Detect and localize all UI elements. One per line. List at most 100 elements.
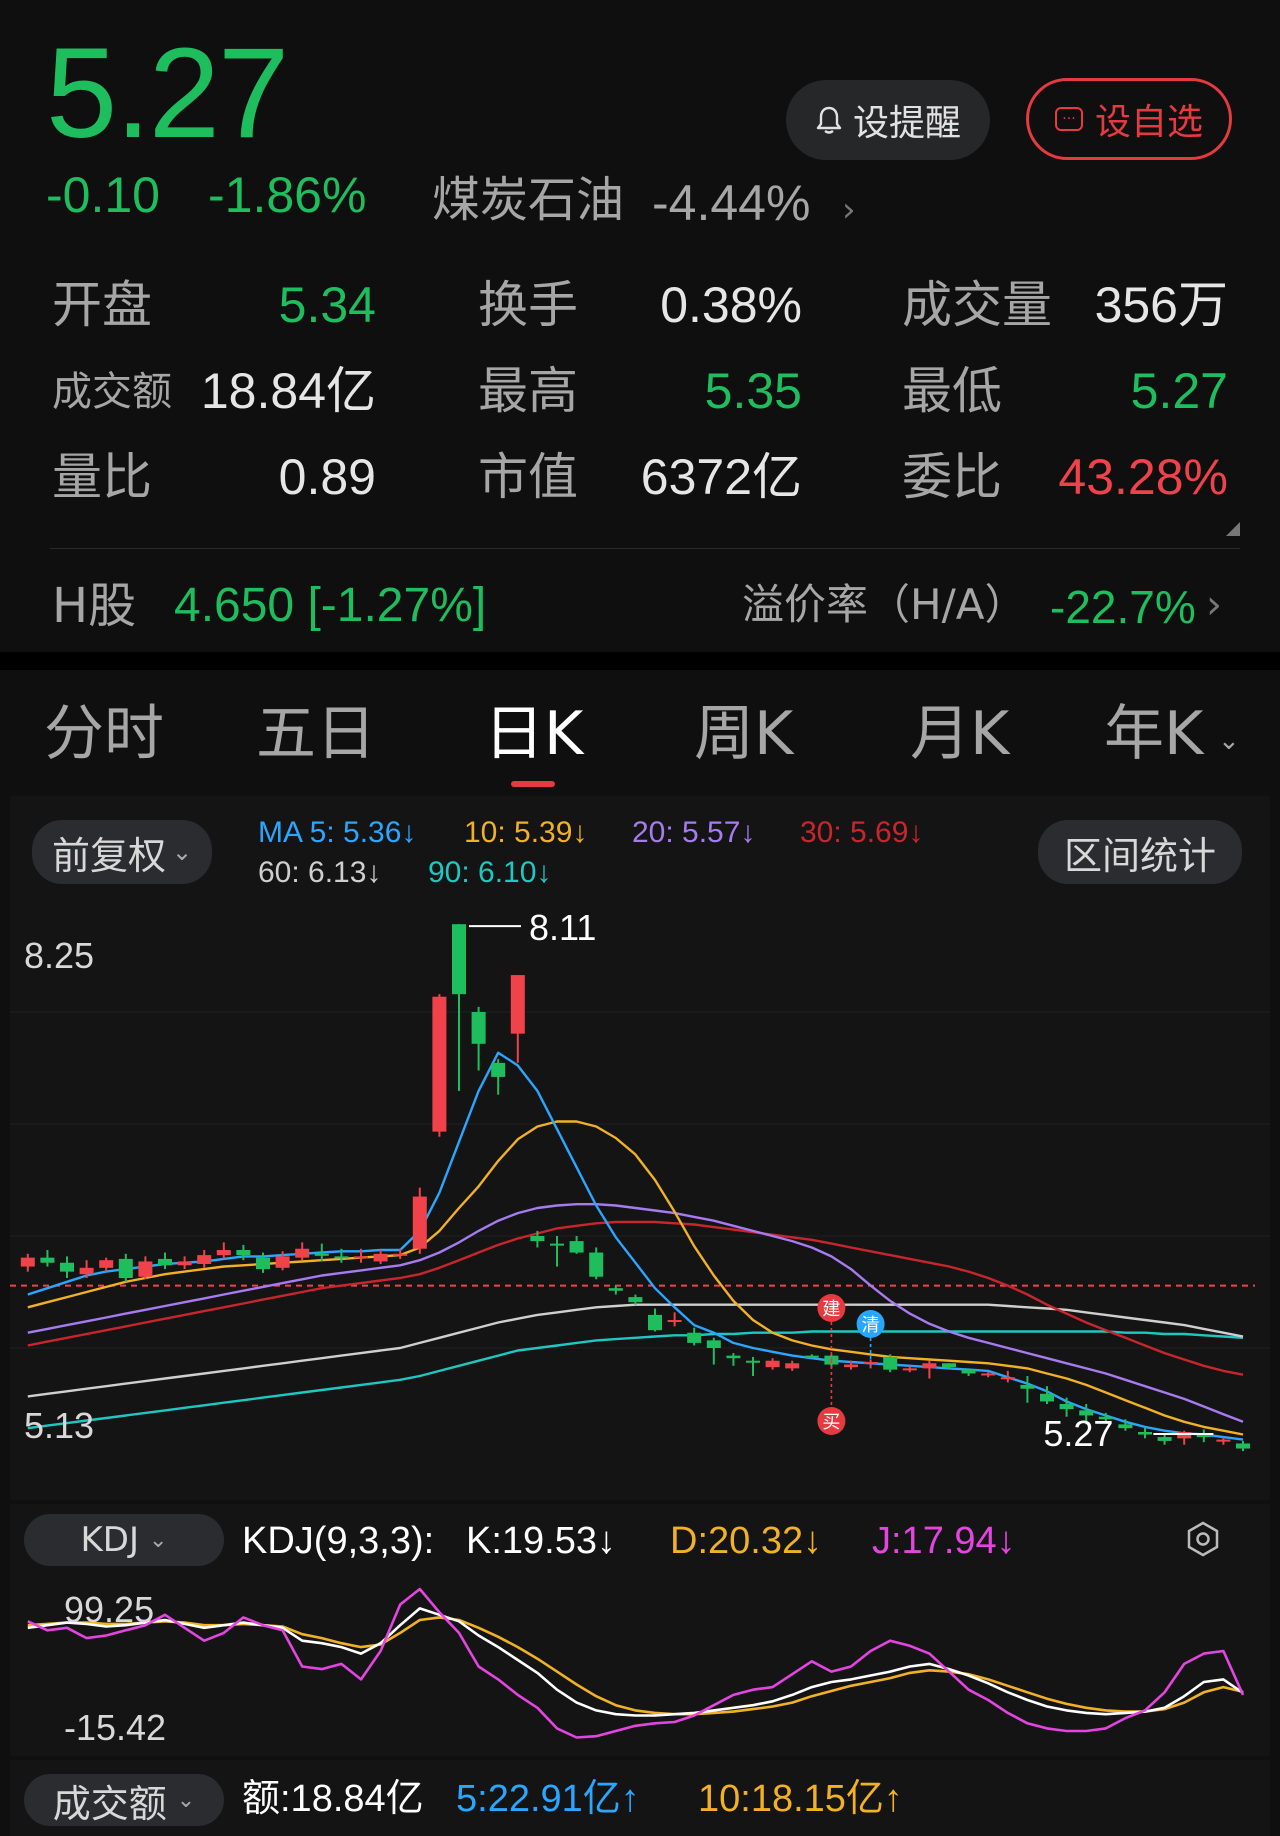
amount-indicator-label: 成交额 xyxy=(52,1781,167,1826)
candle-up xyxy=(216,1250,231,1256)
panel-gap xyxy=(10,1756,1270,1760)
amount-label: 成交额 xyxy=(52,369,172,415)
candle-down xyxy=(726,1355,741,1359)
amount-indicator-dropdown[interactable]: 成交额 ⌄ xyxy=(24,1774,224,1826)
kdj-d-value: D:20.32↓ xyxy=(670,1520,823,1562)
candle-down xyxy=(118,1258,133,1278)
candle-up xyxy=(844,1364,858,1368)
active-tab-indicator xyxy=(511,781,555,787)
settings-icon[interactable] xyxy=(1184,1520,1222,1558)
high-value: 5.35 xyxy=(704,363,802,419)
chevron-down-icon[interactable]: ⌄ xyxy=(1218,726,1240,756)
kdj-j-value: J:17.94↓ xyxy=(872,1520,1016,1562)
tab-yearly-k[interactable]: 年K xyxy=(1104,704,1203,764)
indicator-dropdown[interactable]: KDJ ⌄ xyxy=(24,1514,224,1566)
amount-ma5: 5:22.91亿↑ xyxy=(456,1778,640,1820)
candle-up xyxy=(393,1253,408,1256)
tab-weekly-k[interactable]: 周K xyxy=(694,704,793,764)
stats-divider xyxy=(50,548,1240,549)
build-badge-label: 建 xyxy=(822,1299,840,1319)
chevron-right-icon[interactable]: › xyxy=(1206,582,1222,628)
candle-down xyxy=(550,1243,564,1246)
candle-down xyxy=(628,1297,643,1303)
chevron-down-icon: ⌄ xyxy=(149,1527,168,1553)
kline-chart[interactable]: 8.11 5.27 建清买 xyxy=(10,900,1270,1500)
hshare-value[interactable]: 4.650 [-1.27%] xyxy=(174,582,486,630)
ma90-legend: 90: 6.10↓ xyxy=(428,856,552,889)
ma60-legend: 60: 6.13↓ xyxy=(258,856,382,889)
amount-total: 额:18.84亿 xyxy=(242,1778,424,1820)
volume-label: 成交量 xyxy=(902,276,1052,334)
premium-value[interactable]: -22.7% xyxy=(1050,584,1196,630)
ma30-legend: 30: 5.69↓ xyxy=(800,816,924,849)
tab-daily-k[interactable]: 日K xyxy=(484,704,583,764)
candle-down xyxy=(883,1356,898,1370)
sector-change[interactable]: -4.44% xyxy=(652,178,810,228)
candle-down xyxy=(314,1253,329,1256)
candle-down xyxy=(40,1257,55,1263)
candle-up xyxy=(1177,1432,1192,1439)
chevron-right-icon[interactable]: › xyxy=(842,190,856,230)
candle-up xyxy=(981,1373,996,1376)
range-stats-button[interactable]: 区间统计 xyxy=(1038,820,1242,884)
market-cap-label: 市值 xyxy=(478,448,578,506)
clear-badge-label: 清 xyxy=(862,1315,880,1335)
candle-up xyxy=(354,1256,368,1259)
candle-down xyxy=(1157,1437,1172,1441)
price-adjust-dropdown[interactable]: 前复权 ⌄ xyxy=(32,820,212,884)
price-change: -0.10 xyxy=(46,167,160,223)
premium-label: 溢价率（H/A） xyxy=(742,580,1027,629)
chevron-down-icon: ⌄ xyxy=(171,838,193,866)
high-marker-label: 8.11 xyxy=(529,907,596,948)
candle-down xyxy=(706,1340,721,1348)
candle-up xyxy=(765,1360,780,1368)
ma60-line xyxy=(27,1303,1244,1398)
kdj-chart[interactable] xyxy=(10,1582,1270,1754)
sector-name[interactable]: 煤炭石油 xyxy=(432,176,624,224)
kdj-params: KDJ(9,3,3): xyxy=(242,1520,435,1562)
candle-up xyxy=(197,1255,212,1264)
candle-down xyxy=(452,924,466,995)
candle-down xyxy=(1118,1424,1133,1429)
chevron-down-icon: ⌄ xyxy=(176,1787,196,1813)
ma-lines xyxy=(27,1051,1244,1441)
open-value: 5.34 xyxy=(278,277,376,333)
tab-intraday[interactable]: 分时 xyxy=(44,704,164,764)
kline-ymin: 5.13 xyxy=(24,1405,95,1446)
section-separator xyxy=(0,652,1280,670)
set-alert-button[interactable]: 设提醒 xyxy=(786,80,990,160)
low-label: 最低 xyxy=(902,362,1002,420)
candle-down xyxy=(1059,1404,1074,1410)
candle-down xyxy=(158,1258,172,1266)
candles xyxy=(20,924,1250,1452)
add-watchlist-button[interactable]: ··· 设自选 xyxy=(1026,78,1232,160)
range-stats-label: 区间统计 xyxy=(1063,833,1216,878)
candle-down xyxy=(60,1262,74,1272)
candle-down xyxy=(804,1355,819,1358)
candle-up xyxy=(922,1363,937,1369)
tab-five-day[interactable]: 五日 xyxy=(256,704,376,764)
candle-up xyxy=(785,1363,800,1369)
tab-monthly-k[interactable]: 月K xyxy=(910,704,1009,764)
volume-ratio-value: 0.89 xyxy=(278,449,376,505)
candle-up xyxy=(177,1261,192,1266)
kdj-d-line xyxy=(27,1616,1244,1716)
kdj-ymax: 99.25 xyxy=(64,1589,155,1630)
last-price: 5.27 xyxy=(46,22,289,165)
candle-down xyxy=(589,1252,604,1277)
panel-gap xyxy=(10,1500,1270,1504)
candle-up xyxy=(1000,1377,1015,1380)
price-adjust-label: 前复权 xyxy=(51,833,166,878)
ma5-line xyxy=(27,1051,1244,1441)
ma10-line xyxy=(27,1120,1244,1436)
candle-down xyxy=(491,1062,506,1077)
low-value: 5.27 xyxy=(1130,363,1228,419)
bell-icon xyxy=(816,106,842,134)
expand-corner-icon[interactable] xyxy=(1226,522,1240,536)
candle-up xyxy=(373,1253,388,1262)
watchlist-icon: ··· xyxy=(1054,107,1083,131)
candle-down xyxy=(569,1241,584,1253)
candle-down xyxy=(256,1257,270,1270)
candle-down xyxy=(471,1012,486,1044)
candle-up xyxy=(79,1267,94,1275)
